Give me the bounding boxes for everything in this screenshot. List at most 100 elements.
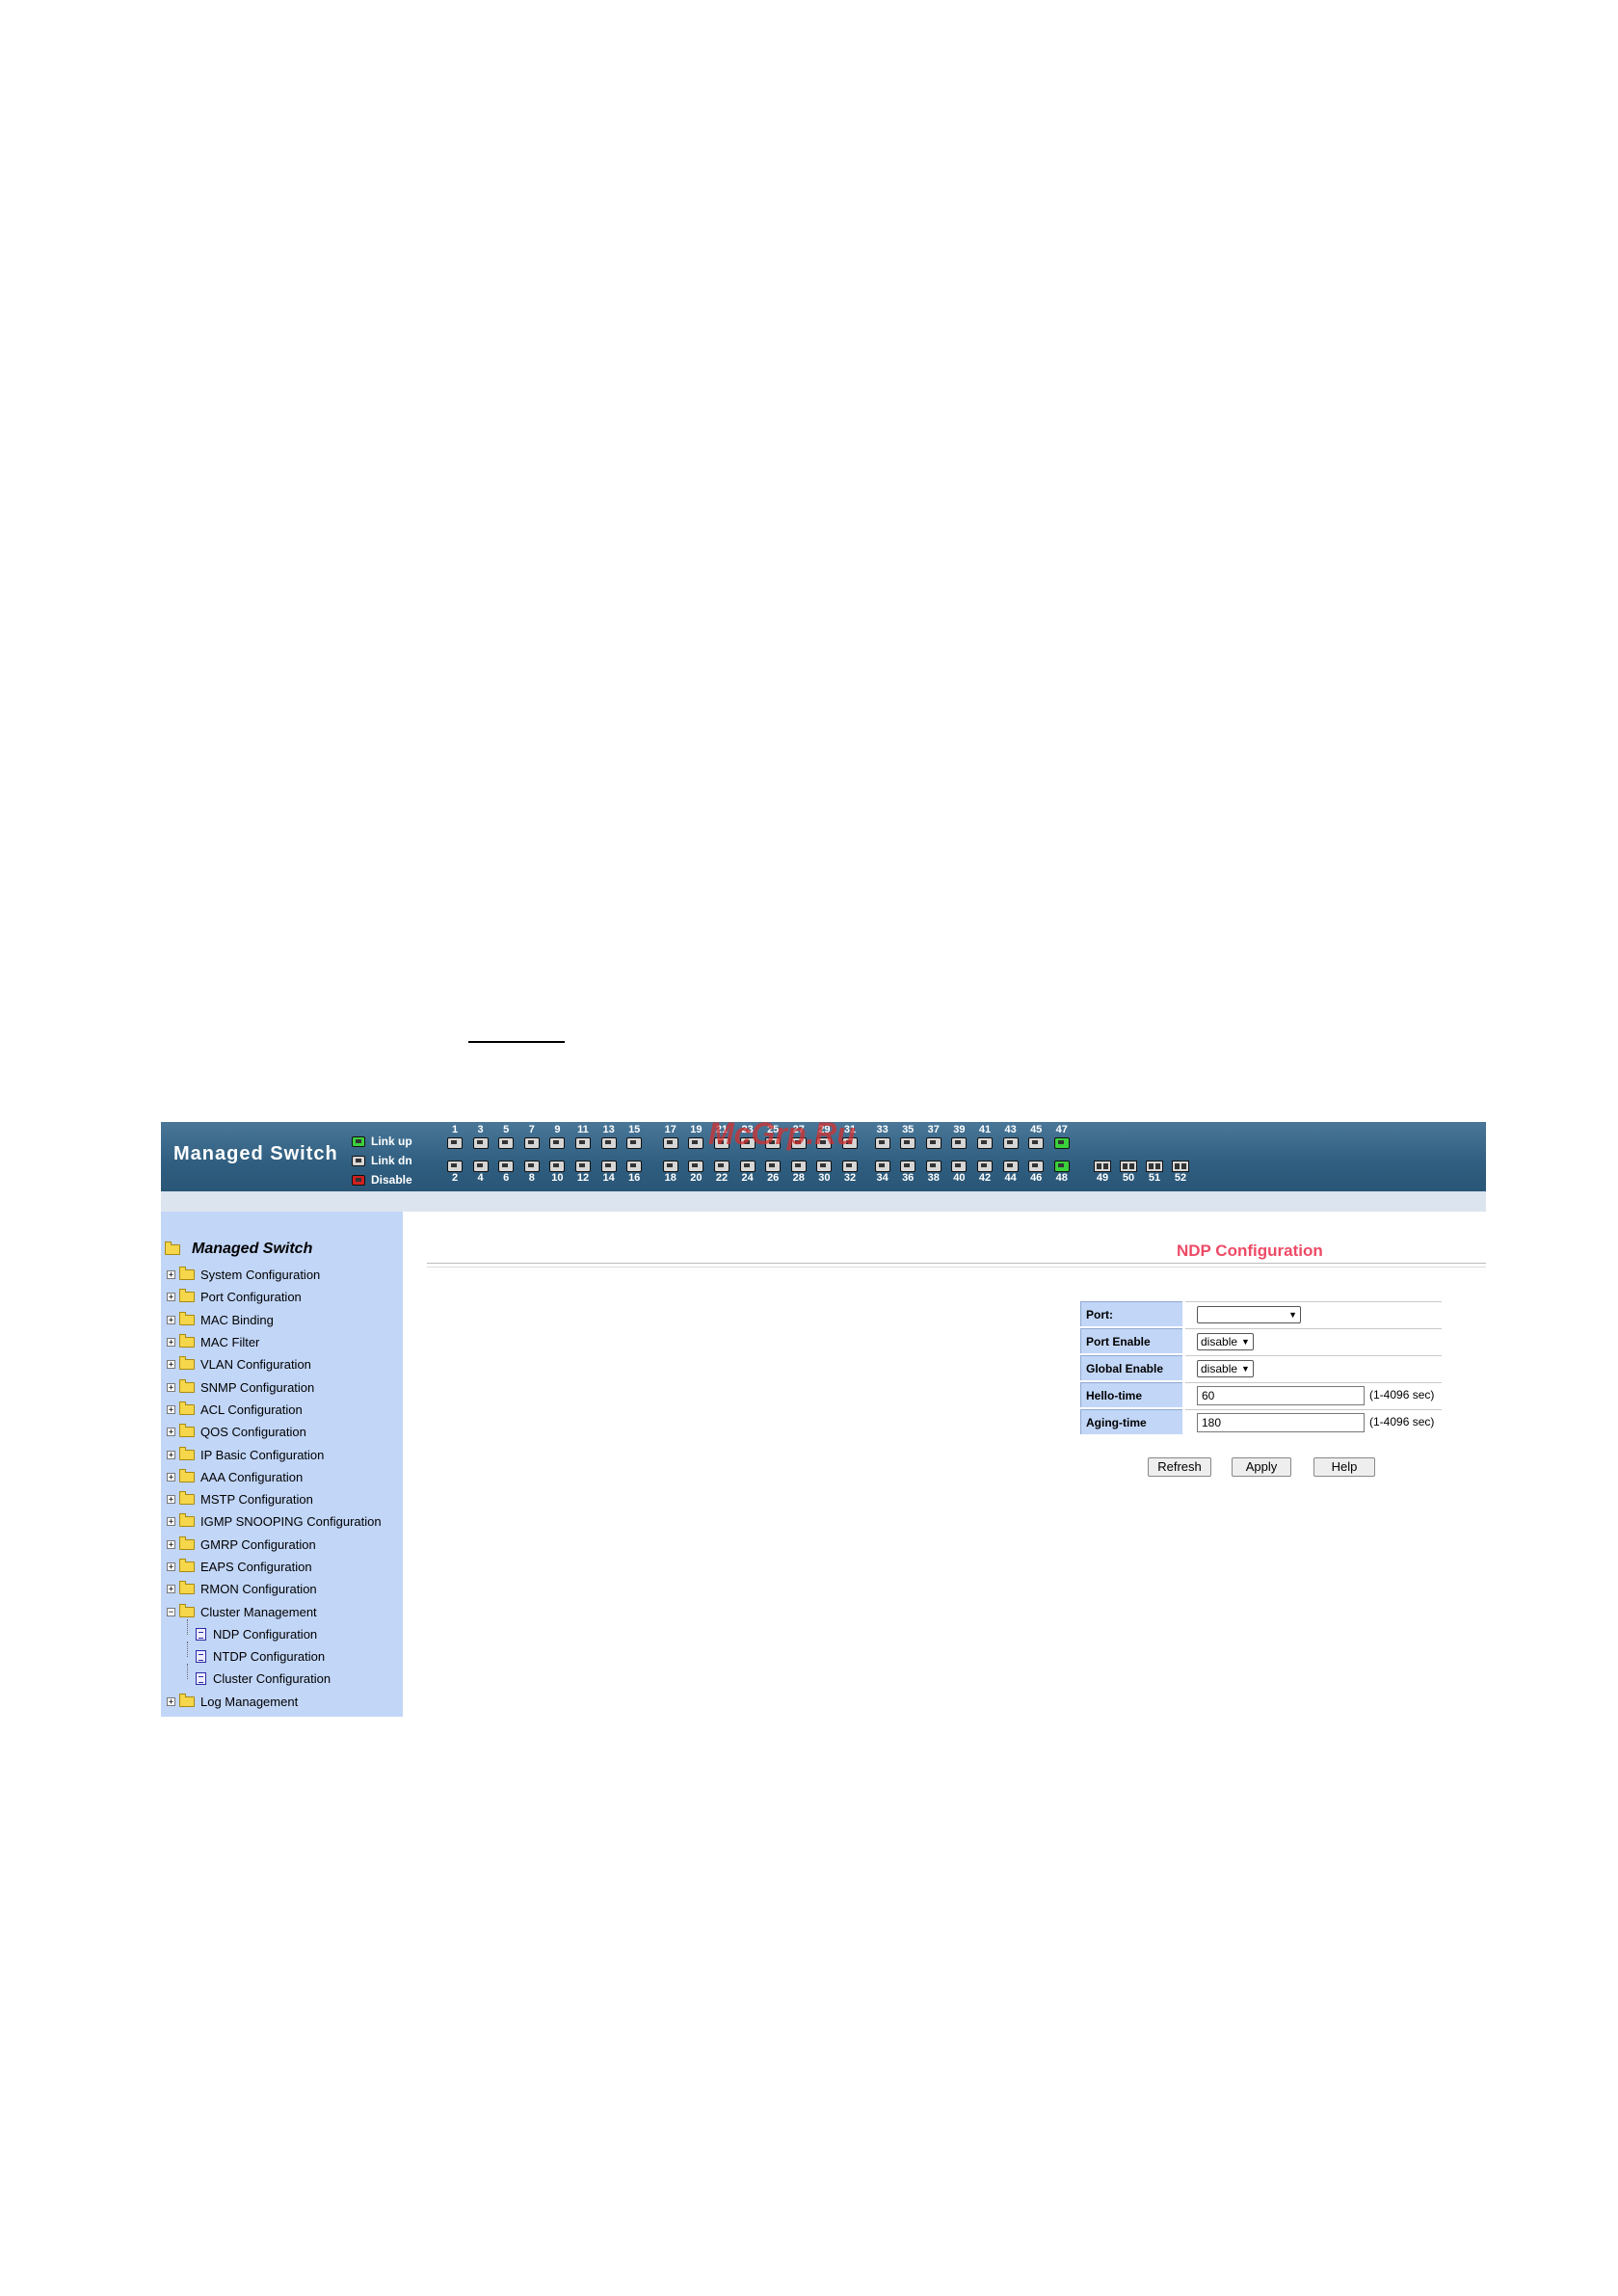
expand-icon[interactable]: + bbox=[167, 1585, 175, 1594]
ethernet-port-icon bbox=[765, 1161, 782, 1172]
port-26[interactable]: 26 bbox=[760, 1160, 785, 1185]
port-44[interactable]: 44 bbox=[998, 1160, 1023, 1185]
port-47[interactable]: 47 bbox=[1049, 1124, 1074, 1149]
sidebar-subitem[interactable]: NDP Configuration bbox=[167, 1618, 382, 1645]
port-16[interactable]: 16 bbox=[622, 1160, 647, 1185]
sidebar-item[interactable]: + Port Configuration bbox=[167, 1286, 382, 1308]
sidebar-item[interactable]: + Log Management bbox=[167, 1691, 382, 1713]
sidebar-item[interactable]: + SNMP Configuration bbox=[167, 1375, 382, 1398]
port-enable-select[interactable]: disable ▼ bbox=[1197, 1332, 1254, 1350]
port-36[interactable]: 36 bbox=[895, 1160, 920, 1185]
expand-icon[interactable]: + bbox=[167, 1450, 175, 1459]
port-46[interactable]: 46 bbox=[1023, 1160, 1048, 1185]
help-button[interactable]: Help bbox=[1313, 1457, 1375, 1477]
sidebar-subitem-label: NDP Configuration bbox=[213, 1626, 318, 1642]
sidebar-item[interactable]: + EAPS Configuration bbox=[167, 1556, 382, 1578]
sfp-port-49[interactable]: 49 bbox=[1092, 1161, 1113, 1185]
sidebar-item[interactable]: + System Configuration bbox=[167, 1264, 382, 1286]
port-32[interactable]: 32 bbox=[837, 1160, 862, 1185]
port-select[interactable]: ▼ bbox=[1197, 1305, 1301, 1323]
hello-time-input[interactable]: 60 bbox=[1197, 1385, 1365, 1405]
port-13[interactable]: 13 bbox=[597, 1124, 622, 1149]
disabled-port-icon bbox=[352, 1174, 365, 1186]
sfp-port-52[interactable]: 52 bbox=[1170, 1161, 1191, 1185]
expand-icon[interactable]: + bbox=[167, 1696, 175, 1706]
ethernet-port-icon bbox=[925, 1161, 942, 1172]
expand-icon[interactable]: + bbox=[167, 1293, 175, 1302]
port-15[interactable]: 15 bbox=[622, 1124, 647, 1149]
port-12[interactable]: 12 bbox=[570, 1160, 596, 1185]
sfp-port-51[interactable]: 51 bbox=[1144, 1161, 1165, 1185]
port-39[interactable]: 39 bbox=[946, 1124, 971, 1149]
port-4[interactable]: 4 bbox=[468, 1160, 493, 1185]
port-45[interactable]: 45 bbox=[1023, 1124, 1048, 1149]
sidebar-item[interactable]: + VLAN Configuration bbox=[167, 1353, 382, 1375]
sidebar-item[interactable]: + GMRP Configuration bbox=[167, 1534, 382, 1556]
port-number: 20 bbox=[690, 1172, 703, 1184]
expand-icon[interactable]: + bbox=[167, 1539, 175, 1549]
expand-icon[interactable]: + bbox=[167, 1315, 175, 1324]
expand-icon[interactable]: + bbox=[167, 1382, 175, 1392]
port-20[interactable]: 20 bbox=[683, 1160, 708, 1185]
sidebar-item[interactable]: + MAC Binding bbox=[167, 1309, 382, 1331]
port-38[interactable]: 38 bbox=[921, 1160, 946, 1185]
expand-icon[interactable]: + bbox=[167, 1517, 175, 1527]
port-28[interactable]: 28 bbox=[786, 1160, 811, 1185]
expand-icon[interactable]: + bbox=[167, 1404, 175, 1414]
port-33[interactable]: 33 bbox=[870, 1124, 895, 1149]
expand-icon[interactable]: + bbox=[167, 1270, 175, 1280]
port-40[interactable]: 40 bbox=[946, 1160, 971, 1185]
sidebar-item[interactable]: + IGMP SNOOPING Configuration bbox=[167, 1510, 382, 1533]
sidebar-subitem[interactable]: Cluster Configuration bbox=[167, 1664, 382, 1690]
port-17[interactable]: 17 bbox=[658, 1124, 683, 1149]
port-1[interactable]: 1 bbox=[442, 1124, 467, 1149]
sfp-port-50[interactable]: 50 bbox=[1118, 1161, 1139, 1185]
port-10[interactable]: 10 bbox=[544, 1160, 570, 1185]
sidebar-item[interactable]: + AAA Configuration bbox=[167, 1466, 382, 1488]
tree-root[interactable]: Managed Switch bbox=[165, 1241, 312, 1258]
expand-icon[interactable]: + bbox=[167, 1495, 175, 1505]
expand-icon[interactable]: + bbox=[167, 1428, 175, 1437]
port-18[interactable]: 18 bbox=[658, 1160, 683, 1185]
expand-icon[interactable]: + bbox=[167, 1360, 175, 1370]
expand-icon[interactable]: + bbox=[167, 1562, 175, 1572]
sidebar-subitem[interactable]: NTDP Configuration bbox=[167, 1641, 382, 1668]
sidebar-item[interactable]: + IP Basic Configuration bbox=[167, 1443, 382, 1465]
port-24[interactable]: 24 bbox=[735, 1160, 760, 1185]
port-6[interactable]: 6 bbox=[493, 1160, 518, 1185]
port-22[interactable]: 22 bbox=[709, 1160, 734, 1185]
port-37[interactable]: 37 bbox=[921, 1124, 946, 1149]
sidebar-item[interactable]: + ACL Configuration bbox=[167, 1399, 382, 1421]
expand-icon[interactable]: + bbox=[167, 1338, 175, 1348]
port-2[interactable]: 2 bbox=[442, 1160, 467, 1185]
port-43[interactable]: 43 bbox=[998, 1124, 1023, 1149]
port-34[interactable]: 34 bbox=[870, 1160, 895, 1185]
port-9[interactable]: 9 bbox=[544, 1124, 570, 1149]
port-number: 11 bbox=[577, 1124, 589, 1135]
port-14[interactable]: 14 bbox=[597, 1160, 622, 1185]
collapse-icon[interactable]: − bbox=[167, 1607, 175, 1616]
global-enable-select[interactable]: disable ▼ bbox=[1197, 1359, 1254, 1377]
ethernet-port-icon bbox=[900, 1161, 916, 1172]
port-41[interactable]: 41 bbox=[972, 1124, 997, 1149]
port-3[interactable]: 3 bbox=[468, 1124, 493, 1149]
port-5[interactable]: 5 bbox=[493, 1124, 518, 1149]
sidebar-item[interactable]: + MSTP Configuration bbox=[167, 1488, 382, 1510]
port-19[interactable]: 19 bbox=[683, 1124, 708, 1149]
port-42[interactable]: 42 bbox=[972, 1160, 997, 1185]
sidebar-item[interactable]: + QOS Configuration bbox=[167, 1421, 382, 1443]
port-7[interactable]: 7 bbox=[519, 1124, 544, 1149]
expand-icon[interactable]: + bbox=[167, 1472, 175, 1482]
port-30[interactable]: 30 bbox=[811, 1160, 836, 1185]
port-35[interactable]: 35 bbox=[895, 1124, 920, 1149]
sfp-port-icon bbox=[1172, 1161, 1189, 1172]
sidebar-item[interactable]: − Cluster Management bbox=[167, 1600, 382, 1622]
port-8[interactable]: 8 bbox=[519, 1160, 544, 1185]
aging-time-input[interactable]: 180 bbox=[1197, 1412, 1365, 1432]
port-48[interactable]: 48 bbox=[1049, 1160, 1074, 1185]
port-11[interactable]: 11 bbox=[570, 1124, 596, 1149]
sidebar-item[interactable]: + RMON Configuration bbox=[167, 1578, 382, 1600]
apply-button[interactable]: Apply bbox=[1232, 1457, 1291, 1477]
refresh-button[interactable]: Refresh bbox=[1148, 1457, 1211, 1477]
sidebar-item[interactable]: + MAC Filter bbox=[167, 1331, 382, 1353]
